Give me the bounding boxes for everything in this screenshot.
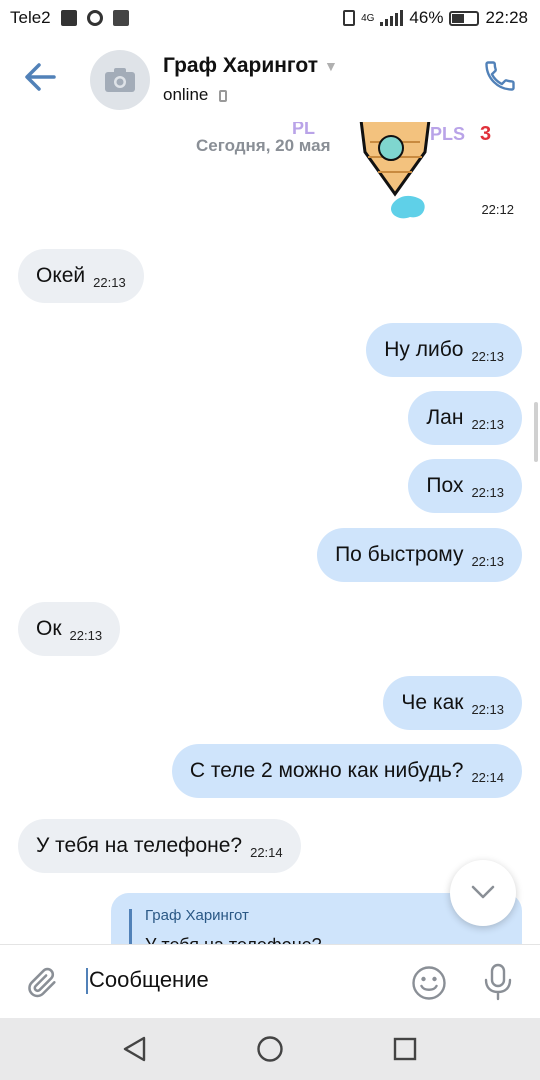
- message-time: 22:13: [471, 553, 504, 569]
- vibrate-icon: [343, 10, 356, 26]
- avatar[interactable]: [90, 50, 150, 110]
- message-text: Ок: [36, 617, 62, 640]
- message-time: 22:12: [481, 202, 514, 217]
- message-input-placeholder: Сообщение: [89, 967, 209, 992]
- message-composer: Сообщение: [0, 944, 540, 1019]
- message-time: 22:13: [69, 627, 103, 643]
- message-time: 22:14: [250, 844, 283, 860]
- chevron-down-icon: [471, 885, 495, 899]
- quoted-text: У тебя на телефоне?: [145, 935, 322, 944]
- message-bubble-incoming[interactable]: У тебя на телефоне? 22:14: [18, 819, 301, 873]
- message-time: 22:13: [93, 274, 126, 290]
- gallery-icon: [112, 10, 129, 26]
- date-divider: Сегодня, 20 мая: [196, 136, 331, 155]
- battery-icon: [449, 10, 480, 26]
- message-text: Пох: [426, 474, 464, 497]
- camera-icon: [105, 68, 135, 92]
- message-bubble-outgoing[interactable]: Че как 22:13: [383, 676, 522, 730]
- clock: 22:28: [485, 8, 528, 27]
- online-status: online: [163, 85, 228, 105]
- message-bubble-outgoing[interactable]: По быстрому 22:13: [317, 528, 522, 582]
- message-text: Че как: [401, 691, 464, 714]
- message-bubble-incoming[interactable]: Окей 22:13: [18, 249, 144, 303]
- quoted-author: Граф Харингот: [145, 907, 249, 924]
- message-bubble-outgoing[interactable]: Ну либо 22:13: [366, 323, 522, 377]
- signal-icon: [380, 10, 404, 26]
- svg-text:PLS: PLS: [430, 124, 465, 144]
- chevron-down-icon: ▼: [324, 58, 338, 75]
- status-bar: Tele2 4G 46% 22:28: [0, 0, 540, 36]
- phone-icon[interactable]: [482, 58, 518, 94]
- back-arrow-icon[interactable]: [24, 62, 56, 92]
- mobile-icon: [219, 89, 228, 102]
- scroll-down-button[interactable]: [450, 860, 516, 926]
- nav-back-icon[interactable]: [122, 1036, 148, 1062]
- message-text: С теле 2 можно как нибудь?: [189, 759, 464, 782]
- message-text: Ну либо: [384, 338, 464, 361]
- chat-header: Граф Харингот ▼ online: [0, 36, 540, 123]
- smile-icon[interactable]: [411, 965, 447, 1001]
- message-bubble-outgoing[interactable]: Лан 22:13: [408, 391, 522, 445]
- hotspot-icon: [86, 10, 103, 26]
- microphone-icon[interactable]: [483, 963, 513, 1001]
- message-time: 22:14: [471, 769, 504, 785]
- sd-card-icon: [60, 10, 77, 26]
- message-text: У тебя на телефоне?: [36, 834, 243, 857]
- nav-home-icon[interactable]: [256, 1035, 284, 1063]
- message-list[interactable]: PL PLS 3 Сегодня, 20 мая 22:12 Окей 22:1…: [0, 122, 540, 944]
- contact-name[interactable]: Граф Харингот ▼: [163, 54, 338, 78]
- message-text: Лан: [426, 406, 464, 429]
- message-text: Окей: [36, 264, 86, 287]
- message-bubble-outgoing[interactable]: С теле 2 можно как нибудь? 22:14: [171, 744, 522, 798]
- svg-text:3: 3: [480, 123, 491, 145]
- quote-bar: [129, 909, 132, 944]
- text-cursor: [86, 968, 88, 995]
- message-bubble-incoming[interactable]: Ок 22:13: [18, 602, 121, 656]
- contact-name-label: Граф Харингот: [163, 54, 318, 77]
- online-status-label: online: [163, 85, 209, 104]
- scrollbar[interactable]: [534, 402, 538, 462]
- message-text: По быстрому: [335, 543, 464, 566]
- message-time: 22:13: [471, 701, 504, 717]
- system-navigation-bar: [0, 1018, 540, 1080]
- message-bubble-outgoing[interactable]: Пох 22:13: [408, 459, 522, 513]
- carrier-label: Tele2: [10, 8, 51, 27]
- message-time: 22:13: [471, 416, 504, 432]
- paperclip-icon[interactable]: [26, 965, 60, 1001]
- message-time: 22:13: [471, 484, 504, 500]
- battery-percent: 46%: [409, 8, 444, 27]
- network-type-label: 4G: [361, 12, 375, 24]
- message-time: 22:13: [471, 348, 504, 364]
- nav-recents-icon[interactable]: [393, 1037, 417, 1061]
- message-input[interactable]: Сообщение: [86, 967, 209, 995]
